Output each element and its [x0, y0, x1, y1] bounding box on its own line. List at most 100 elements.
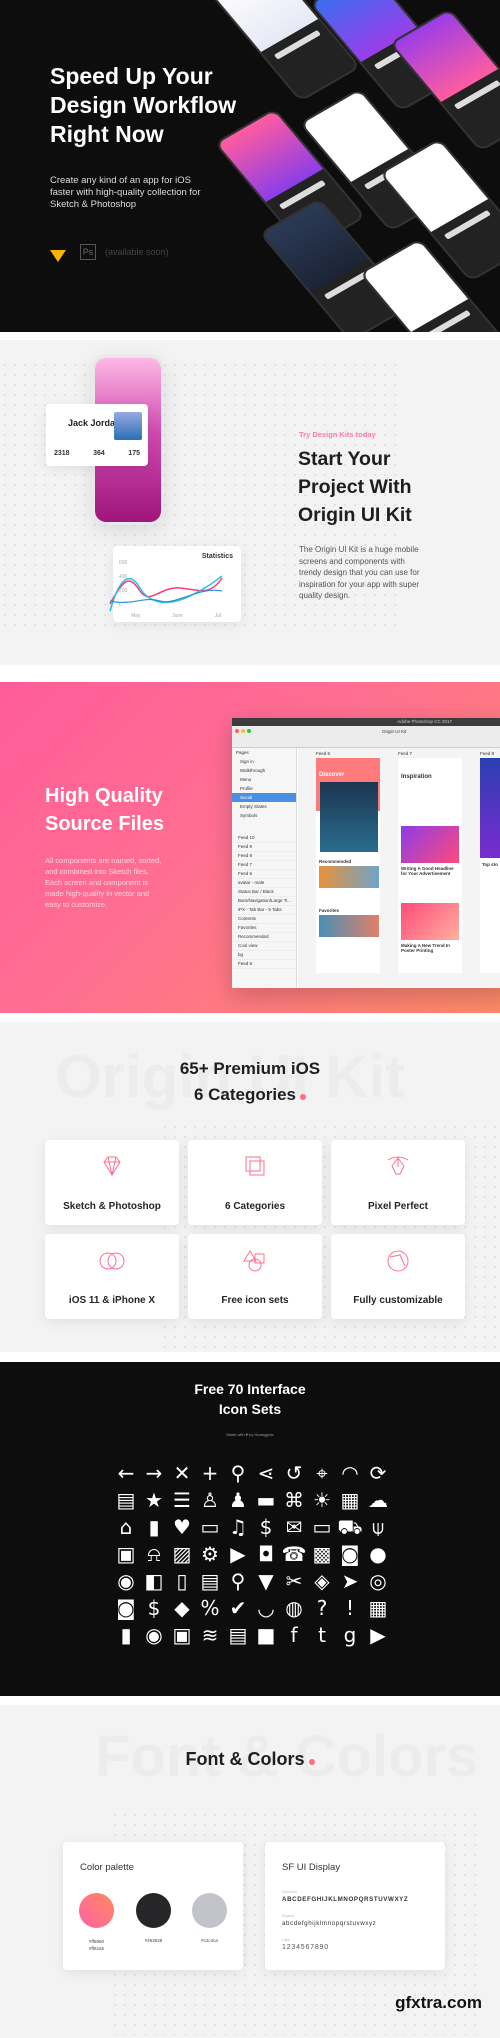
- wallet-icon: ◧: [144, 1569, 164, 1593]
- bookmark-icon: ▮: [120, 1623, 132, 1647]
- navigation-icon: ➤: [341, 1569, 359, 1593]
- lock-icon: ▣: [172, 1623, 192, 1647]
- photoshop-icon: Ps: [80, 244, 96, 260]
- profile-card: Jack Jordan 2318 364 175: [46, 404, 148, 466]
- layer-item[interactable]: Feed 7: [232, 861, 296, 870]
- android-icon: ◙: [340, 1542, 360, 1566]
- qr-code-icon: ▩: [312, 1542, 332, 1566]
- question-icon: ?: [316, 1596, 328, 1620]
- document-icon: ▤: [116, 1488, 136, 1512]
- globe-icon: ◍: [285, 1596, 303, 1620]
- font-colors-section: Font & Colors Font & Colors Color palett…: [0, 1705, 500, 2038]
- page-item[interactable]: Empty States: [232, 802, 296, 811]
- home-icon: ⌂: [119, 1515, 133, 1539]
- users-icon: ♟: [229, 1488, 247, 1512]
- layer-item[interactable]: Recommended: [232, 933, 296, 942]
- maximize-window-button[interactable]: [247, 729, 251, 733]
- circles-icon: [99, 1252, 125, 1270]
- profile-name: Jack Jordan: [68, 418, 121, 428]
- tools-icon: ✂: [285, 1569, 303, 1593]
- watermark: gfxtra.com: [395, 1993, 482, 2012]
- facebook-icon: f: [290, 1623, 298, 1647]
- page-item[interactable]: Sign in: [232, 757, 296, 766]
- bell-icon: ⍾: [147, 1542, 161, 1566]
- browser-icon: ▣: [116, 1542, 136, 1566]
- window-title: Adobe Photoshop CC 2017: [232, 718, 500, 726]
- share-icon: ⋖: [257, 1461, 275, 1485]
- arrow-right-icon: →: [145, 1461, 163, 1485]
- source-title: High Quality Source Files: [45, 785, 164, 835]
- image-icon: ▨: [172, 1542, 192, 1566]
- layer-item[interactable]: Contents: [232, 915, 296, 924]
- feature-label: Free icon sets: [221, 1295, 289, 1306]
- feature-label: Sketch & Photoshop: [63, 1201, 161, 1212]
- plus-icon: +: [201, 1461, 219, 1485]
- layer-item[interactable]: iPX - Tab Bar - 5 Tabs: [232, 906, 296, 915]
- cart-icon: ⛟: [337, 1515, 363, 1539]
- avatar: [114, 412, 142, 440]
- layer-item[interactable]: Feed 10: [232, 834, 296, 843]
- features-title: 65+ Premium iOS 6 Categories: [179, 1059, 321, 1104]
- video-camera-icon: ■: [256, 1623, 276, 1647]
- close-window-button[interactable]: [235, 729, 239, 733]
- music-icon: ♫: [229, 1515, 247, 1539]
- hero-section: Speed Up Your Design Workflow Right Now …: [0, 0, 500, 332]
- accent-dot: [308, 1759, 315, 1765]
- statistics-chart: [109, 575, 223, 612]
- hero-title: Speed Up Your Design Workflow Right Now: [50, 63, 237, 147]
- feature-card: 6 Categories: [188, 1140, 322, 1225]
- color-swatch-gradient: [79, 1893, 114, 1928]
- color-swatch-gray: [192, 1893, 227, 1928]
- page-item[interactable]: Profile: [232, 784, 296, 793]
- phone-icon: ☎: [281, 1542, 307, 1566]
- typography-card: SF UI Display Semibold ABCDEFGHIJKLMNOPQ…: [265, 1842, 445, 1970]
- app-window: Adobe Photoshop CC 2017 Origin UI Kit Pa…: [232, 718, 500, 988]
- camera-icon: ◙: [116, 1596, 136, 1620]
- layer-item[interactable]: avatar - male: [232, 879, 296, 888]
- refresh-icon: ⟳: [369, 1461, 387, 1485]
- layer-item[interactable]: Feed 8: [232, 852, 296, 861]
- chat-icon: ▭: [200, 1515, 220, 1539]
- close-icon: ✕: [173, 1461, 191, 1485]
- grid-icon: ▦: [368, 1596, 388, 1620]
- wallet-cards-icon: ▦: [340, 1488, 360, 1512]
- layer-item[interactable]: Bars/Navigation/Large Ti...: [232, 897, 296, 906]
- stat-views: 175: [128, 450, 140, 457]
- feature-label: iOS 11 & iPhone X: [68, 1295, 156, 1306]
- page-item[interactable]: Social: [232, 793, 296, 802]
- available-soon-label: (available soon): [105, 247, 169, 257]
- coupon-icon: %: [200, 1596, 220, 1620]
- layers-icon: [245, 1156, 265, 1176]
- fonts-title: Font & Colors: [0, 1749, 500, 1770]
- bar-chart-icon: ▮: [148, 1515, 160, 1539]
- layers-sidebar: Pages Sign in Walkthrough Menu Profile Socia…: [232, 748, 297, 988]
- shapes-icon: [243, 1250, 265, 1272]
- speedometer-icon: ◠: [341, 1461, 359, 1485]
- map-marker-icon: ◉: [145, 1623, 163, 1647]
- money-bag-icon: $: [259, 1515, 273, 1539]
- filter-icon: ☰: [173, 1488, 191, 1512]
- layer-item[interactable]: Feed 5: [232, 960, 296, 969]
- layer-item[interactable]: Cool view: [232, 942, 296, 951]
- tag-icon: ◆: [174, 1596, 190, 1620]
- compass-icon: ◈: [314, 1569, 330, 1593]
- page-item[interactable]: Walkthrough: [232, 766, 296, 775]
- intro-title: Start Your Project With Origin UI Kit: [298, 448, 412, 526]
- layer-item[interactable]: bg: [232, 951, 296, 960]
- receipt-icon: ▤: [200, 1569, 220, 1593]
- book-icon: ▯: [176, 1569, 188, 1593]
- microphone-icon: ⍦: [372, 1515, 384, 1539]
- font-title: SF UI Display: [282, 1862, 341, 1873]
- layer-item[interactable]: Favorites: [232, 924, 296, 933]
- minimize-window-button[interactable]: [241, 729, 245, 733]
- page-item[interactable]: Symbols: [232, 811, 296, 820]
- layer-item[interactable]: Feed 6: [232, 870, 296, 879]
- play-icon: ▶: [230, 1542, 246, 1566]
- statistics-card: Statistics 600 400 200 0 May June Jul: [109, 546, 241, 622]
- bill-icon: ▤: [228, 1623, 248, 1647]
- layer-item[interactable]: Feed 9: [232, 843, 296, 852]
- layer-item[interactable]: Status Bar / Black: [232, 888, 296, 897]
- page-item[interactable]: Menu: [232, 775, 296, 784]
- color-palette-card: Color palette #ff8960 #ff62a5 #262628 #c2…: [63, 1842, 243, 1970]
- verified-badge-icon: ✔: [229, 1596, 247, 1620]
